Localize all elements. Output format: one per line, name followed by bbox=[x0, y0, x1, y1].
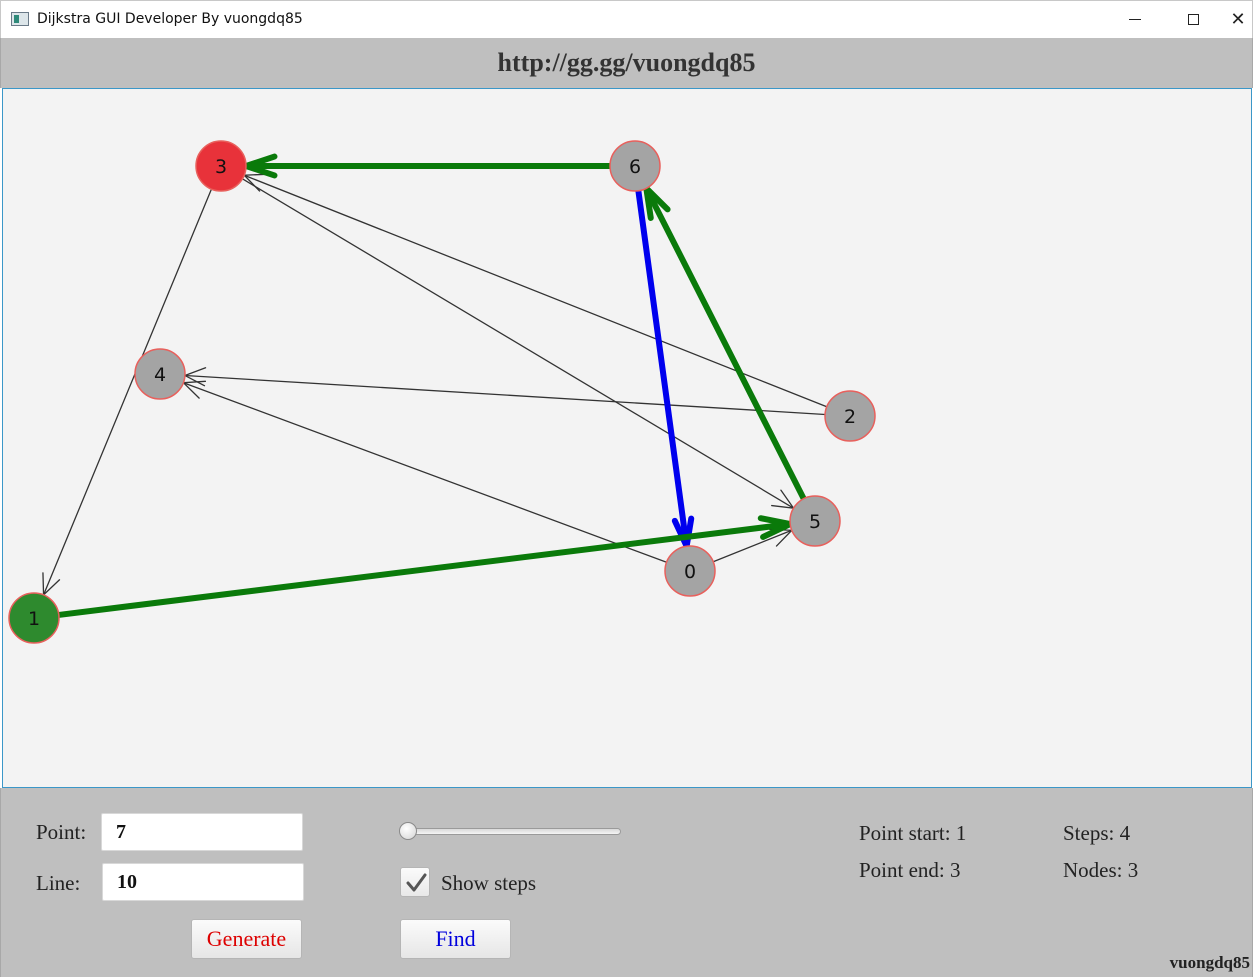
edge-3-1 bbox=[42, 188, 213, 597]
close-icon: ✕ bbox=[1230, 9, 1246, 30]
show-steps-label[interactable]: Show steps bbox=[441, 871, 536, 896]
point-end-stat: Point end: 3 bbox=[859, 858, 961, 882]
node-label: 4 bbox=[154, 364, 166, 386]
window-title: Dijkstra GUI Developer By vuongdq85 bbox=[37, 11, 303, 27]
close-button[interactable]: ✕ bbox=[1222, 1, 1253, 38]
node-label: 3 bbox=[215, 156, 227, 178]
edge-5-6 bbox=[641, 179, 807, 502]
node-label: 0 bbox=[684, 561, 696, 583]
speed-slider-track[interactable] bbox=[404, 828, 621, 835]
node-label: 6 bbox=[629, 156, 641, 178]
minimize-icon bbox=[1129, 19, 1141, 20]
window-titlebar: Dijkstra GUI Developer By vuongdq85 ✕ bbox=[0, 0, 1253, 38]
node-3[interactable]: 3 bbox=[195, 140, 247, 192]
app-icon bbox=[11, 12, 29, 26]
node-label: 1 bbox=[28, 608, 40, 630]
header-url: http://gg.gg/vuongdq85 bbox=[497, 48, 756, 77]
node-5[interactable]: 5 bbox=[789, 495, 841, 547]
header-band: http://gg.gg/vuongdq85 bbox=[0, 38, 1253, 88]
find-button[interactable]: Find bbox=[400, 919, 511, 959]
node-6[interactable]: 6 bbox=[609, 140, 661, 192]
generate-button[interactable]: Generate bbox=[191, 919, 302, 959]
node-label: 5 bbox=[809, 511, 821, 533]
checkmark-icon bbox=[406, 873, 427, 892]
edge-3-5 bbox=[241, 178, 795, 509]
maximize-button[interactable] bbox=[1164, 1, 1222, 38]
graph-canvas[interactable]: 0 1 2 3 4 5 6 bbox=[2, 88, 1252, 788]
show-steps-checkbox[interactable] bbox=[400, 867, 430, 897]
node-1[interactable]: 1 bbox=[8, 592, 60, 644]
point-start-stat: Point start: 1 bbox=[859, 821, 967, 845]
edge-2-4 bbox=[183, 367, 826, 416]
speed-slider-thumb[interactable] bbox=[399, 822, 417, 840]
point-input[interactable]: 7 bbox=[101, 813, 303, 851]
node-2[interactable]: 2 bbox=[824, 390, 876, 442]
graph-svg: 0 1 2 3 4 5 6 bbox=[8, 140, 876, 644]
control-panel: Point: 7 Line: 10 Generate Show steps Fi… bbox=[0, 788, 1253, 977]
nodes-stat: Nodes: 3 bbox=[1063, 858, 1139, 882]
steps-stat: Steps: 4 bbox=[1063, 821, 1131, 845]
node-0[interactable]: 0 bbox=[664, 545, 716, 597]
line-label: Line: bbox=[36, 871, 81, 895]
line-input[interactable]: 10 bbox=[102, 863, 304, 901]
minimize-button[interactable] bbox=[1106, 1, 1164, 38]
brand-label: vuongdq85 bbox=[1169, 953, 1250, 972]
edge-6-3 bbox=[236, 153, 613, 179]
edge-0-4 bbox=[181, 380, 668, 563]
node-4[interactable]: 4 bbox=[134, 348, 186, 400]
edge-6-0 bbox=[635, 187, 695, 557]
node-label: 2 bbox=[844, 406, 856, 428]
point-label: Point: bbox=[36, 820, 87, 844]
maximize-icon bbox=[1187, 14, 1199, 25]
